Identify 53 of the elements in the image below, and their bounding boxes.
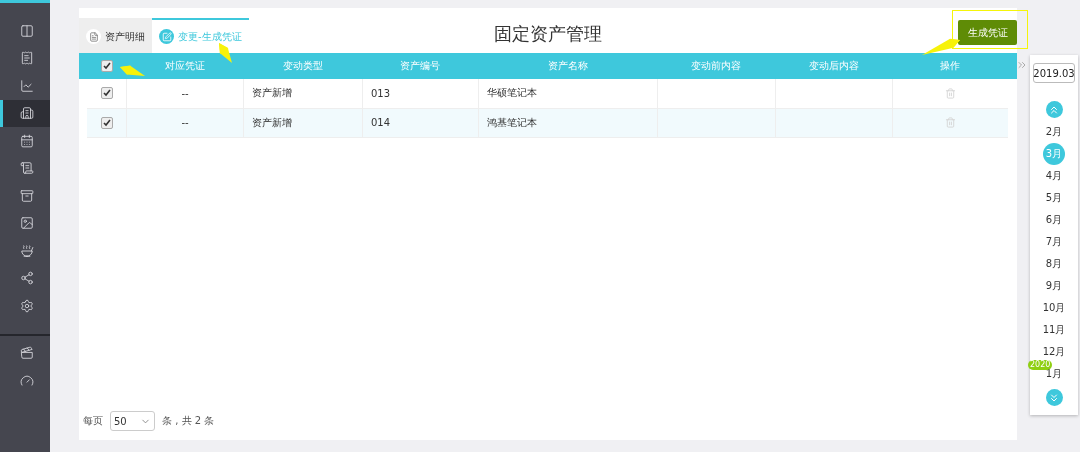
table-cell: --: [126, 108, 243, 137]
month-item[interactable]: 11月: [1041, 319, 1067, 341]
column-header: 资产名称: [546, 59, 589, 73]
building-icon: [19, 106, 34, 121]
table-cell: --: [126, 79, 243, 108]
page-title: 固定资产管理: [494, 22, 602, 46]
edit-icon: [159, 29, 174, 44]
month-item[interactable]: 9月: [1043, 275, 1065, 297]
month-item[interactable]: 4月: [1043, 165, 1065, 187]
page-size-select[interactable]: 50: [110, 411, 155, 431]
checkbox[interactable]: [100, 116, 113, 129]
document-icon: [86, 29, 101, 44]
month-item[interactable]: 8月: [1043, 253, 1065, 275]
page-size-label: 每页: [83, 414, 103, 428]
chevrons-down-icon: [1048, 391, 1060, 404]
calendar-icon: [19, 133, 34, 148]
share-icon: [19, 271, 34, 286]
image-icon: [19, 216, 34, 231]
expand-icon[interactable]: [1016, 59, 1028, 71]
archive-icon: [19, 188, 34, 203]
month-item[interactable]: 6月: [1043, 209, 1065, 231]
tab[interactable]: 资产明细: [79, 18, 152, 53]
period-field[interactable]: 2019.03: [1033, 63, 1075, 83]
table-cell: 014: [362, 108, 478, 137]
column-header: 操作: [939, 59, 961, 73]
chart-icon: [19, 78, 34, 93]
column-header: 变动后内容: [807, 59, 860, 73]
checkbox[interactable]: [100, 87, 113, 100]
column-header: 对应凭证: [163, 59, 206, 73]
month-item[interactable]: 7月: [1043, 231, 1065, 253]
scroll-icon: [19, 161, 34, 176]
sidebar-item[interactable]: [0, 99, 50, 127]
column-header: 变动前内容: [690, 59, 742, 73]
bowl-icon: [19, 243, 34, 258]
table-cell: 鸿基笔记本: [478, 108, 657, 137]
month-item[interactable]: 10月: [1041, 297, 1067, 319]
table-cell: 013: [362, 79, 478, 108]
generate-voucher-button[interactable]: 生成凭证: [958, 20, 1017, 45]
video-icon: [19, 346, 34, 361]
table-cell: 华硕笔记本: [478, 79, 657, 108]
month-item[interactable]: 5月: [1043, 187, 1065, 209]
receipt-icon: [19, 51, 34, 66]
year-badge: 2020: [1028, 360, 1053, 370]
table-cell: 资产新增: [243, 108, 362, 137]
checkbox[interactable]: [100, 60, 113, 72]
column-header: 资产编号: [399, 59, 441, 73]
table-cell: 资产新增: [243, 79, 362, 108]
gauge-icon: [19, 373, 34, 388]
month-item[interactable]: 2月: [1043, 121, 1065, 143]
column-header: 变动类型: [281, 59, 324, 73]
record-count: 条 , 共 2 条: [162, 414, 215, 428]
columns-icon: [19, 23, 34, 38]
settings-icon: [19, 298, 34, 313]
